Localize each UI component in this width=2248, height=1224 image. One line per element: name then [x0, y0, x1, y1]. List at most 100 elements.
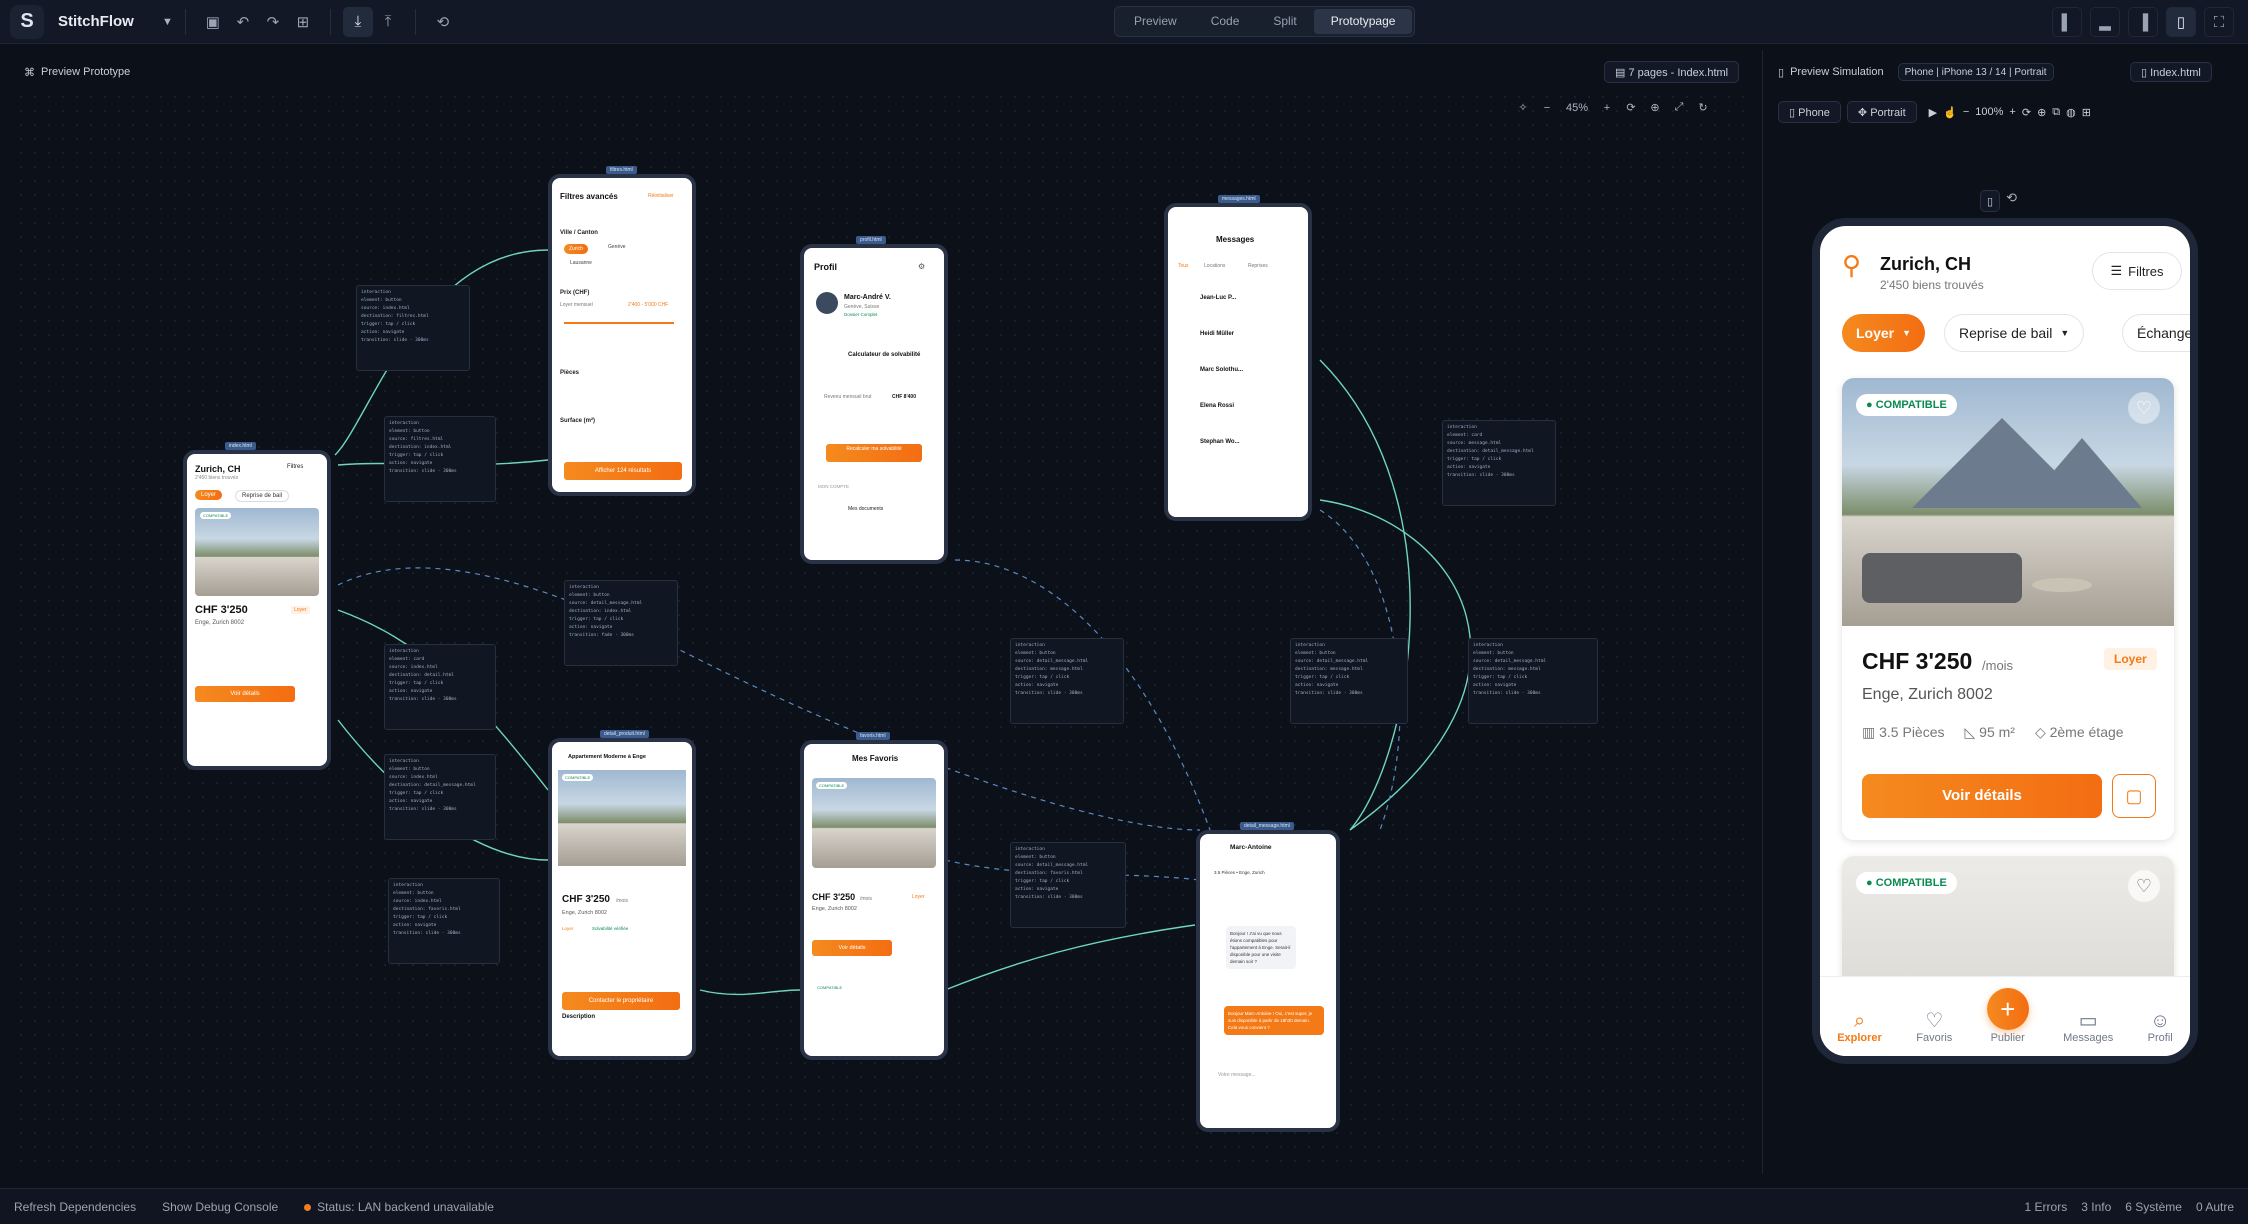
- interaction-card[interactable]: interaction element: button source: index.…: [384, 754, 496, 840]
- move-icon: ✥: [1857, 107, 1871, 119]
- device-button[interactable]: ▯ Phone: [1778, 101, 1841, 123]
- interaction-card[interactable]: interaction element: button source: filtre…: [384, 416, 496, 502]
- screen-profile[interactable]: Profil ⚙ Marc-André V. Genève, Suisse Do…: [800, 244, 948, 564]
- filters-city-lausanne[interactable]: Lausanne: [570, 260, 592, 266]
- home-pill-loyer[interactable]: Loyer: [195, 490, 223, 500]
- interaction-card[interactable]: interaction element: button source: detail…: [1468, 638, 1598, 724]
- filters-price-label: Prix (CHF): [560, 290, 590, 296]
- tab-messages[interactable]: ▭ Messages: [2063, 1010, 2113, 1044]
- screen-chat[interactable]: Marc-Antoine 3.5 Pièces • Enge, Zurich B…: [1196, 830, 1340, 1132]
- favoris-cta[interactable]: Voir détails: [812, 940, 892, 956]
- play-icon[interactable]: ▶: [1929, 106, 1937, 119]
- phone-simulation[interactable]: ⚲ Zurich, CH 2'450 biens trouvés ☰ Filtre…: [1812, 218, 2198, 1064]
- interaction-card[interactable]: interaction element: button source: index.…: [356, 285, 470, 371]
- filters-cta[interactable]: Afficher 124 résultats: [564, 462, 682, 480]
- check-circle-icon: ●: [1866, 399, 1876, 411]
- home-pill-reprise[interactable]: Reprise de bail: [235, 490, 290, 502]
- tab-publier[interactable]: + Publier: [1986, 988, 2029, 1044]
- heart-icon[interactable]: ♡: [2128, 870, 2160, 902]
- chat-input[interactable]: Votre message...: [1218, 1072, 1256, 1078]
- interaction-card[interactable]: interaction element: card source: message.…: [1442, 420, 1556, 506]
- filters-reset[interactable]: Réinitialiser: [648, 193, 674, 199]
- fullscreen-icon[interactable]: ⛶: [2204, 7, 2234, 37]
- listing-cta[interactable]: Voir détails: [1862, 774, 2102, 818]
- show-debug-console[interactable]: Show Debug Console: [162, 1200, 278, 1214]
- screen-favoris[interactable]: Mes Favoris COMPATIBLE CHF 3'250 /mois L…: [800, 740, 948, 1060]
- message-item[interactable]: Elena Rossi: [1200, 403, 1234, 409]
- panel-bottom-icon[interactable]: ▂: [2090, 7, 2120, 37]
- tab-favoris[interactable]: ♡ Favoris: [1916, 1010, 1952, 1044]
- listing-card[interactable]: ● COMPATIBLE ♡ CHF 3'250 /mois Loyer Eng…: [1842, 378, 2174, 840]
- phone-icon[interactable]: ▯: [1980, 190, 2001, 212]
- interaction-card[interactable]: interaction element: button source: detail…: [1290, 638, 1408, 724]
- sim-pill-loyer[interactable]: Loyer ▼: [1842, 314, 1926, 352]
- detail-tag: Loyer: [562, 926, 574, 931]
- errors-count[interactable]: 1 Errors: [2025, 1200, 2068, 1214]
- zoom-out-icon[interactable]: −: [1963, 106, 1969, 118]
- detail-cta[interactable]: Contacter le propriétaire: [562, 992, 680, 1010]
- chat-icon[interactable]: ▢: [2112, 774, 2156, 818]
- device-chip[interactable]: Phone | iPhone 13 / 14 | Portrait: [1897, 63, 2054, 81]
- rotate-icon[interactable]: ⟲: [2006, 190, 2017, 212]
- sim-pill-echange[interactable]: Échange: [2122, 314, 2190, 352]
- heart-icon[interactable]: ♡: [2128, 392, 2160, 424]
- orientation-button[interactable]: ✥ Portrait: [1846, 101, 1917, 123]
- message-item[interactable]: Marc Solothu...: [1200, 367, 1243, 373]
- tab-explorer[interactable]: ⌕ Explorer: [1837, 1010, 1882, 1044]
- chevron-down-icon: ▼: [2060, 328, 2070, 338]
- phone-icon[interactable]: ▯: [2166, 7, 2196, 37]
- sim-frame-tools: ▯ ⟲: [1980, 190, 2017, 212]
- interaction-card[interactable]: interaction element: button source: detail…: [1010, 638, 1124, 724]
- message-item[interactable]: Stephan Wo...: [1200, 439, 1240, 445]
- sim-filters-button[interactable]: ☰ Filtres: [2092, 252, 2182, 290]
- file-chip-wrap: ▯ Index.html: [2130, 58, 2212, 86]
- zoom-in-icon[interactable]: +: [2009, 106, 2015, 118]
- file-chip[interactable]: ▯ Index.html: [2130, 62, 2212, 82]
- interaction-card[interactable]: interaction element: button source: detail…: [564, 580, 678, 666]
- interaction-card[interactable]: interaction element: card source: index.ht…: [384, 644, 496, 730]
- screen-label: detail_message.html: [1240, 822, 1294, 830]
- settings-icon[interactable]: ⚙: [918, 262, 925, 271]
- user-icon: ☺: [2149, 1010, 2171, 1032]
- filters-city-zurich[interactable]: Zurich: [564, 244, 588, 254]
- message-item[interactable]: Heidi Müller: [1200, 331, 1234, 337]
- filters-rooms-label: Pièces: [560, 370, 580, 376]
- tab-messages-label: Messages: [2063, 1032, 2114, 1044]
- sidebar-left-icon[interactable]: ▌: [2052, 7, 2082, 37]
- profile-docs[interactable]: Mes documents: [848, 506, 883, 512]
- message-item[interactable]: Jean-Luc P...: [1200, 295, 1236, 301]
- messages-tab-reprises[interactable]: Reprises: [1248, 263, 1268, 269]
- screen-detail[interactable]: Appartement Moderne à Enge COMPATIBLE CH…: [548, 738, 696, 1060]
- target-icon[interactable]: ⊕: [2037, 106, 2046, 119]
- external-icon[interactable]: ⧉: [2052, 106, 2060, 119]
- messages-tab-tous[interactable]: Tous: [1178, 263, 1189, 269]
- screen-messages[interactable]: Messages Tous Locations Reprises Jean-Lu…: [1164, 203, 1312, 521]
- other-count[interactable]: 0 Autre: [2196, 1200, 2234, 1214]
- filters-city-geneve[interactable]: Genève: [608, 244, 626, 250]
- home-city: Zurich, CH: [195, 464, 241, 474]
- screen-home[interactable]: Zurich, CH 2'450 biens trouvés Filtres L…: [183, 450, 331, 770]
- interaction-card[interactable]: interaction element: button source: index.…: [388, 878, 500, 964]
- reset-icon[interactable]: ⟳: [2022, 106, 2031, 119]
- home-cta[interactable]: Voir détails: [195, 686, 295, 702]
- calc-button[interactable]: Recalculer ma solvabilité: [826, 444, 922, 462]
- favoris-photo: [812, 778, 936, 868]
- hand-icon[interactable]: ☝: [1943, 106, 1957, 119]
- filters-price-slider[interactable]: [564, 322, 674, 324]
- sim-pill-reprise[interactable]: Reprise de bail ▼: [1944, 314, 2085, 352]
- message-icon: ▭: [2078, 1010, 2098, 1032]
- detail-tag: Solvabilité vérifiée: [592, 926, 629, 931]
- refresh-dependencies[interactable]: Refresh Dependencies: [14, 1200, 136, 1214]
- interaction-card[interactable]: interaction element: button source: detail…: [1010, 842, 1126, 928]
- globe-icon[interactable]: ◍: [2066, 106, 2076, 119]
- panel-divider[interactable]: [1762, 50, 1763, 1174]
- sidebar-right-icon[interactable]: ▐: [2128, 7, 2158, 37]
- messages-tab-locations[interactable]: Locations: [1204, 263, 1225, 269]
- info-count[interactable]: 3 Info: [2081, 1200, 2111, 1214]
- detail-badge: COMPATIBLE: [562, 774, 594, 781]
- grid-icon[interactable]: ⊞: [2082, 106, 2091, 119]
- system-count[interactable]: 6 Système: [2125, 1200, 2182, 1214]
- screen-filters[interactable]: Filtres avancés Réinitialiser Ville / Ca…: [548, 174, 696, 496]
- home-filters[interactable]: Filtres: [287, 464, 303, 470]
- tab-profil[interactable]: ☺ Profil: [2148, 1010, 2173, 1044]
